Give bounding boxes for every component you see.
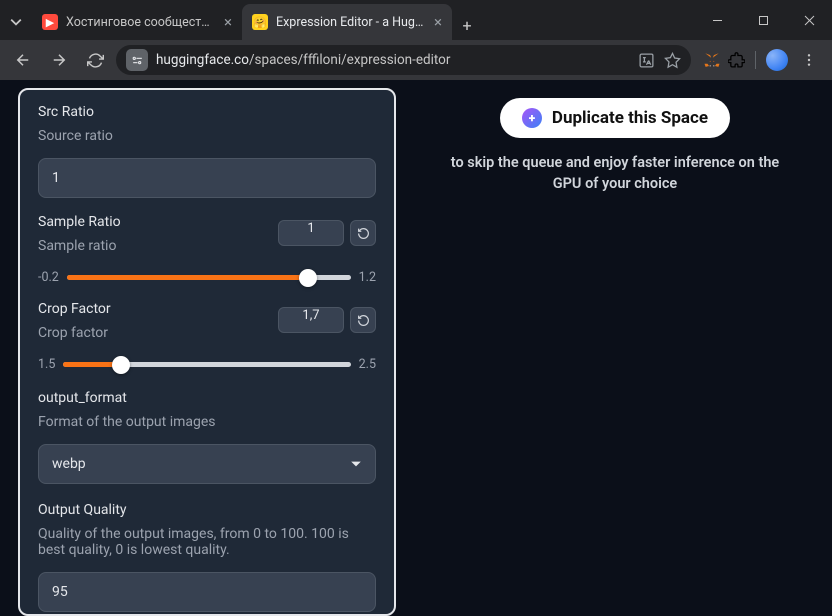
output-format-title: output_format bbox=[38, 390, 376, 406]
chevron-down-icon bbox=[350, 458, 362, 470]
browser-tab-1[interactable]: ▶ Хостинговое сообщество «Tim × bbox=[32, 4, 242, 40]
duplicate-icon: + bbox=[522, 108, 542, 128]
url-text: huggingface.co/spaces/fffiloni/expressio… bbox=[156, 52, 629, 68]
tab-list-dropdown[interactable] bbox=[0, 4, 32, 40]
src-ratio-input[interactable]: 1 bbox=[38, 158, 376, 198]
output-format-select[interactable]: webp bbox=[38, 444, 376, 484]
settings-panel: Src Ratio Source ratio 1 Sample Ratio Sa… bbox=[18, 88, 396, 616]
output-quality-input[interactable]: 95 bbox=[38, 572, 376, 612]
tab-title: Expression Editor - a Hugging F bbox=[276, 15, 426, 30]
reset-icon[interactable] bbox=[350, 220, 376, 246]
duplicate-label: Duplicate this Space bbox=[552, 108, 708, 128]
crop-factor-title: Crop Factor bbox=[38, 301, 111, 317]
address-bar[interactable]: huggingface.co/spaces/fffiloni/expressio… bbox=[116, 45, 691, 75]
maximize-button[interactable] bbox=[740, 0, 786, 40]
duplicate-subtext: to skip the queue and enjoy faster infer… bbox=[450, 152, 780, 194]
favicon-icon: 🤗 bbox=[252, 14, 268, 30]
src-ratio-desc: Source ratio bbox=[38, 128, 376, 144]
browser-tab-2[interactable]: 🤗 Expression Editor - a Hugging F × bbox=[242, 4, 452, 40]
slider-max: 1.2 bbox=[359, 270, 376, 285]
slider-min: 1.5 bbox=[38, 357, 55, 372]
minimize-button[interactable] bbox=[694, 0, 740, 40]
sample-ratio-input[interactable]: 1 bbox=[278, 220, 344, 246]
favicon-icon: ▶ bbox=[42, 14, 58, 30]
tab-title: Хостинговое сообщество «Tim bbox=[66, 15, 216, 30]
profile-avatar[interactable] bbox=[766, 49, 788, 71]
bookmark-icon[interactable] bbox=[663, 51, 681, 69]
translate-icon[interactable] bbox=[637, 51, 655, 69]
toolbar: huggingface.co/spaces/fffiloni/expressio… bbox=[0, 40, 832, 80]
back-button[interactable] bbox=[8, 45, 38, 75]
close-tab-icon[interactable]: × bbox=[224, 13, 232, 31]
output-quality-title: Output Quality bbox=[38, 502, 376, 518]
right-column: + Duplicate this Space to skip the queue… bbox=[416, 88, 814, 616]
sample-ratio-desc: Sample ratio bbox=[38, 238, 121, 254]
output-format-desc: Format of the output images bbox=[38, 414, 376, 430]
slider-thumb[interactable] bbox=[112, 356, 130, 374]
slider-thumb[interactable] bbox=[299, 269, 317, 287]
titlebar: ▶ Хостинговое сообщество «Tim × 🤗 Expres… bbox=[0, 0, 832, 40]
reset-icon[interactable] bbox=[350, 307, 376, 333]
reload-button[interactable] bbox=[80, 45, 110, 75]
close-tab-icon[interactable]: × bbox=[434, 13, 442, 31]
forward-button[interactable] bbox=[44, 45, 74, 75]
window-controls bbox=[694, 0, 832, 40]
crop-factor-input[interactable]: 1,7 bbox=[278, 307, 344, 333]
extension-metamask-icon[interactable] bbox=[703, 51, 721, 69]
new-tab-button[interactable]: + bbox=[452, 10, 482, 40]
close-window-button[interactable] bbox=[786, 0, 832, 40]
slider-min: -0.2 bbox=[38, 270, 59, 285]
browser-menu-icon[interactable] bbox=[794, 45, 824, 75]
extensions-icon[interactable] bbox=[727, 51, 745, 69]
sample-ratio-slider[interactable] bbox=[67, 275, 351, 280]
site-settings-icon[interactable] bbox=[126, 49, 148, 71]
output-quality-desc: Quality of the output images, from 0 to … bbox=[38, 526, 376, 558]
slider-max: 2.5 bbox=[359, 357, 376, 372]
crop-factor-slider[interactable] bbox=[63, 362, 350, 367]
separator bbox=[755, 51, 756, 69]
page-content: Src Ratio Source ratio 1 Sample Ratio Sa… bbox=[0, 80, 832, 616]
src-ratio-title: Src Ratio bbox=[38, 104, 376, 120]
crop-factor-desc: Crop factor bbox=[38, 325, 111, 341]
duplicate-space-button[interactable]: + Duplicate this Space bbox=[500, 98, 730, 138]
sample-ratio-title: Sample Ratio bbox=[38, 214, 121, 230]
select-value: webp bbox=[52, 456, 86, 472]
